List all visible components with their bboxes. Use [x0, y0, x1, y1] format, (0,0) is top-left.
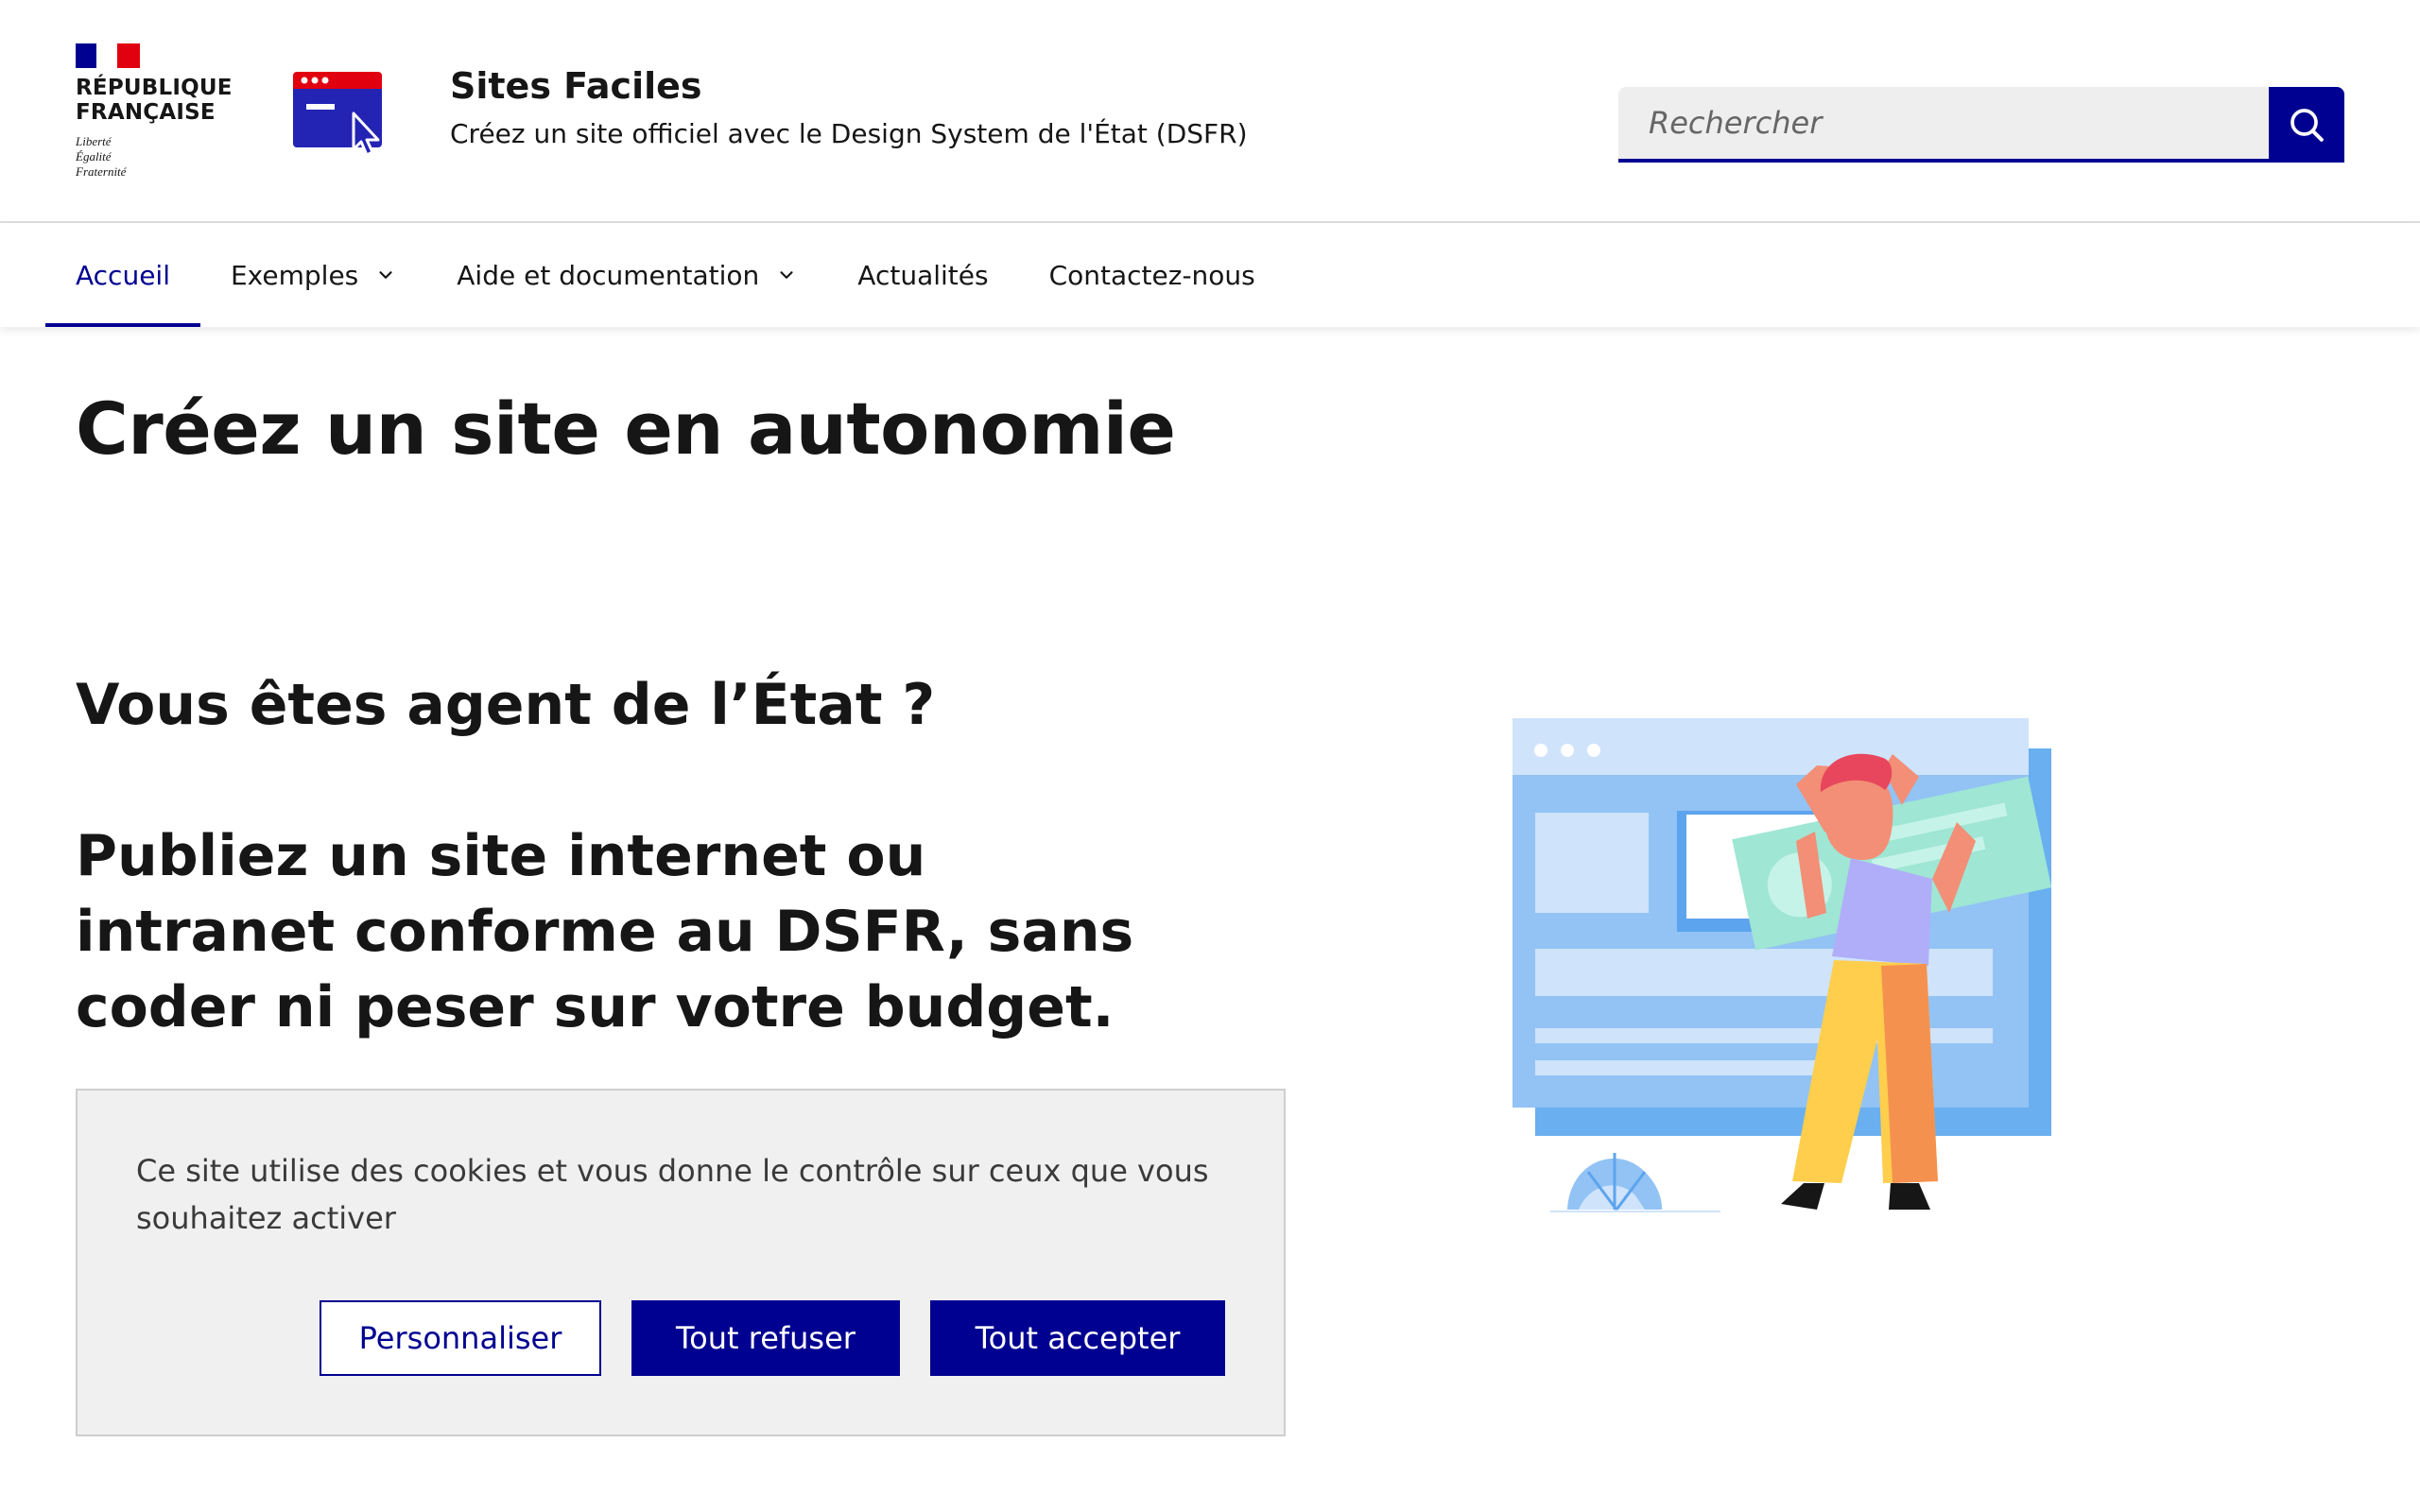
lead-text: Publiez un site internet ou intranet con…	[76, 823, 1134, 1040]
search-input[interactable]	[1618, 87, 2269, 163]
nav-item-label: Accueil	[76, 259, 170, 291]
nav-item-label: Contactez-nous	[1048, 259, 1255, 291]
motto: Liberté Égalité Fraternité	[76, 134, 227, 180]
website-builder-illustration	[1512, 718, 2052, 1212]
nav-item-actualites[interactable]: Actualités	[827, 223, 1018, 327]
french-flag-icon	[76, 43, 140, 68]
republique-francaise-title: RÉPUBLIQUE FRANÇAISE	[76, 76, 233, 125]
refuse-all-cookies-button[interactable]: Tout refuser	[631, 1300, 900, 1376]
chevron-down-icon	[375, 265, 396, 285]
service-title[interactable]: Sites Faciles	[450, 62, 702, 110]
nav-item-exemples[interactable]: Exemples	[200, 223, 426, 327]
site-header: RÉPUBLIQUE FRANÇAISE Liberté Égalité Fra…	[0, 0, 2420, 223]
nav-item-contact[interactable]: Contactez-nous	[1019, 223, 1286, 327]
cookie-buttons-group: Personnaliser Tout refuser Tout accepter	[320, 1300, 1225, 1376]
republique-line: RÉPUBLIQUE	[76, 76, 233, 100]
lead-question: Vous êtes agent de l’État ?	[76, 672, 936, 738]
nav-item-accueil[interactable]: Accueil	[45, 223, 200, 327]
nav-item-label: Actualités	[857, 259, 989, 291]
cookie-consent-banner: Ce site utilise des cookies et vous donn…	[76, 1089, 1286, 1436]
search-bar	[1618, 87, 2344, 163]
chevron-down-icon	[776, 265, 797, 285]
motto-egalite: Égalité	[76, 149, 112, 163]
nav-item-label: Exemples	[230, 259, 359, 291]
republique-francaise-logo[interactable]: RÉPUBLIQUE FRANÇAISE Liberté Égalité Fra…	[76, 43, 233, 180]
customize-cookies-button[interactable]: Personnaliser	[320, 1300, 601, 1376]
motto-liberte: Liberté	[76, 134, 112, 148]
main-navigation: Accueil Exemples Aide et documentation A…	[0, 223, 2420, 327]
motto-fraternite: Fraternité	[76, 164, 127, 179]
service-tagline: Créez un site officiel avec le Design Sy…	[450, 118, 1248, 149]
sites-faciles-logo-icon[interactable]	[293, 72, 382, 155]
cookie-banner-text: Ce site utilise des cookies et vous donn…	[136, 1153, 1209, 1236]
search-icon	[2290, 109, 2324, 142]
page-title: Créez un site en autonomie	[76, 387, 1176, 471]
nav-item-label: Aide et documentation	[457, 259, 760, 291]
search-button[interactable]	[2269, 87, 2344, 163]
nav-item-aide-documentation[interactable]: Aide et documentation	[426, 223, 827, 327]
francaise-line: FRANÇAISE	[76, 100, 216, 125]
accept-all-cookies-button[interactable]: Tout accepter	[930, 1300, 1225, 1376]
